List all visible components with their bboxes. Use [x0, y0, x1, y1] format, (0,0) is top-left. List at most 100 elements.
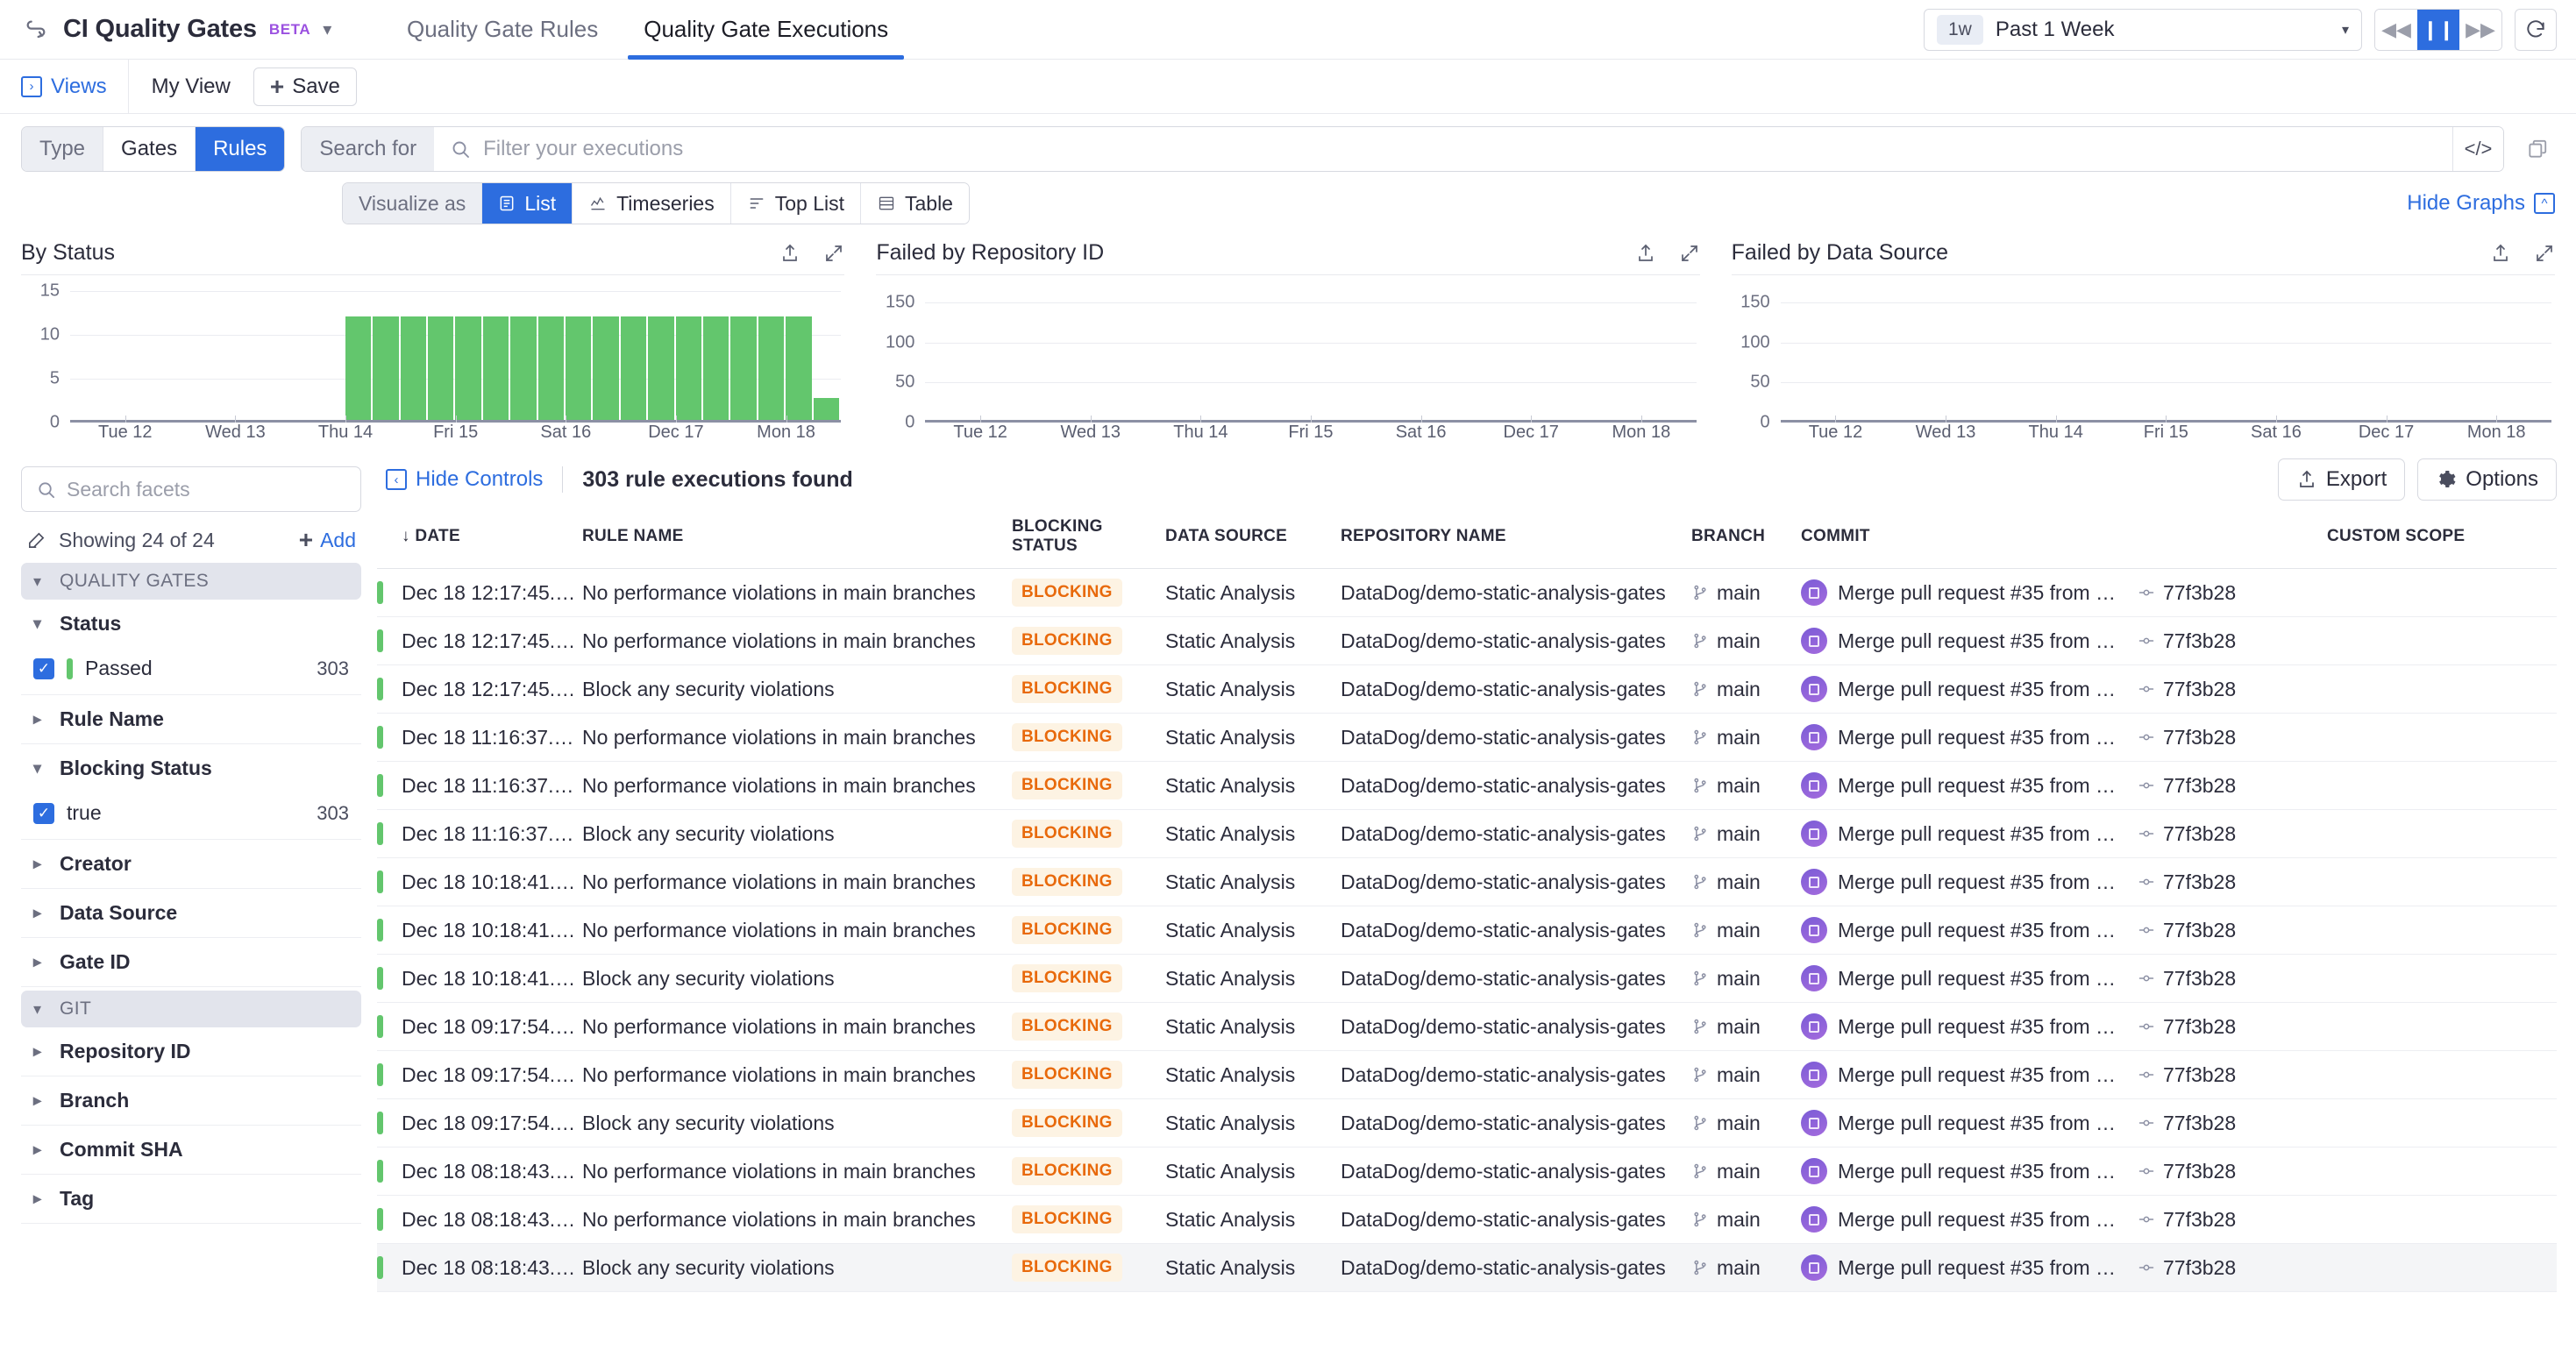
views-button[interactable]: › Views	[0, 60, 129, 113]
bar[interactable]	[537, 316, 565, 420]
pencil-icon[interactable]	[26, 530, 46, 551]
cell-branch: main	[1691, 1050, 1801, 1099]
cell-repository-name: DataDog/demo-static-analysis-gates	[1341, 857, 1691, 906]
facet-item-data-source[interactable]: ▸ Data Source	[21, 889, 361, 938]
table-row[interactable]: Dec 18 11:16:37.866 Block any security vi…	[377, 809, 2557, 858]
viz-option-top-list[interactable]: Top List	[730, 183, 861, 224]
table-row[interactable]: Dec 18 10:18:41.578 No performance violat…	[377, 857, 2557, 906]
table-row[interactable]: Dec 18 09:17:54.668 Block any security vi…	[377, 1098, 2557, 1148]
expand-icon[interactable]	[2534, 243, 2555, 264]
tab-quality-gate-rules[interactable]: Quality Gate Rules	[384, 0, 621, 60]
expand-icon[interactable]	[1679, 243, 1700, 264]
time-range-picker[interactable]: 1w Past 1 Week ▾	[1924, 8, 2362, 51]
facet-add-button[interactable]: + Add	[299, 528, 356, 552]
col-date[interactable]: ↓ DATE	[389, 507, 582, 569]
options-button[interactable]: Options	[2417, 458, 2557, 501]
hide-graphs-button[interactable]: Hide Graphs ^	[2407, 191, 2555, 216]
fast-forward-icon[interactable]: ▶▶	[2459, 9, 2501, 50]
bar[interactable]	[345, 316, 372, 420]
bar[interactable]	[620, 316, 647, 420]
bar[interactable]	[758, 316, 785, 420]
bar[interactable]	[702, 316, 729, 420]
table-row[interactable]: Dec 18 11:16:37.866 No performance violat…	[377, 761, 2557, 810]
facet-search-input[interactable]	[67, 477, 346, 501]
save-button[interactable]: + Save	[253, 67, 357, 106]
hide-controls-button[interactable]: ‹ Hide Controls	[386, 467, 543, 492]
facet-search[interactable]	[21, 466, 361, 512]
col-commit[interactable]: COMMIT	[1801, 507, 2327, 569]
facet-item-repository-id[interactable]: ▸ Repository ID	[21, 1027, 361, 1076]
table-icon	[877, 195, 896, 212]
bar[interactable]	[455, 316, 481, 420]
code-icon[interactable]: </>	[2452, 127, 2503, 171]
bar[interactable]	[648, 316, 674, 420]
bar[interactable]	[675, 316, 701, 420]
tab-quality-gate-executions[interactable]: Quality Gate Executions	[621, 0, 911, 60]
bar[interactable]	[730, 316, 757, 420]
facet-item-blocking-status[interactable]: ▾ Blocking Status	[21, 744, 361, 792]
facet-item-tag[interactable]: ▸ Tag	[21, 1175, 361, 1224]
facet-checkbox[interactable]: ✓	[33, 802, 54, 824]
segment-gates[interactable]: Gates	[103, 127, 196, 171]
bar[interactable]	[482, 316, 509, 420]
table-row[interactable]: Dec 18 08:18:43.077 No performance violat…	[377, 1195, 2557, 1244]
facet-item-commit-sha[interactable]: ▸ Commit SHA	[21, 1126, 361, 1175]
facet-value-true[interactable]: ✓ true 303	[21, 792, 361, 840]
viz-option-list[interactable]: List	[482, 183, 573, 224]
rewind-icon[interactable]: ◀◀	[2375, 9, 2417, 50]
bar[interactable]	[566, 316, 592, 420]
my-view-label[interactable]: My View	[129, 75, 253, 99]
table-row[interactable]: Dec 18 09:17:54.668 No performance violat…	[377, 1002, 2557, 1051]
table-row[interactable]: Dec 18 12:17:45.198 Block any security vi…	[377, 664, 2557, 714]
col-custom-scope[interactable]: CUSTOM SCOPE	[2327, 507, 2557, 569]
col-data-source[interactable]: DATA SOURCE	[1165, 507, 1341, 569]
table-row[interactable]: Dec 18 11:16:37.866 No performance violat…	[377, 713, 2557, 762]
table-row[interactable]: Dec 18 08:18:43.077 Block any security vi…	[377, 1243, 2557, 1292]
chart-failed-by-repository-id: Failed by Repository ID 0 50 100 150 Tue 12…	[876, 240, 1700, 452]
facets-panel: Showing 24 of 24 + Add ▾ QUALITY GATES ▾ St…	[0, 452, 377, 1224]
bar[interactable]	[400, 316, 427, 420]
viz-option-timeseries[interactable]: Timeseries	[573, 183, 731, 224]
pause-icon[interactable]: ❙❙	[2417, 9, 2459, 50]
segment-rules[interactable]: Rules	[196, 127, 285, 171]
facet-group-git[interactable]: ▾ GIT	[21, 991, 361, 1027]
bar[interactable]	[510, 316, 537, 420]
cell-repository-name: DataDog/demo-static-analysis-gates	[1341, 664, 1691, 714]
col-rule-name[interactable]: RULE NAME	[582, 507, 1012, 569]
col-repository-name[interactable]: REPOSITORY NAME	[1341, 507, 1691, 569]
cell-repository-name: DataDog/demo-static-analysis-gates	[1341, 1147, 1691, 1196]
facet-item-gate-id[interactable]: ▸ Gate ID	[21, 938, 361, 987]
table-row[interactable]: Dec 18 10:18:41.578 No performance violat…	[377, 906, 2557, 955]
facet-checkbox[interactable]: ✓	[33, 657, 54, 679]
table-row[interactable]: Dec 18 12:17:45.198 No performance violat…	[377, 568, 2557, 617]
facet-value-passed[interactable]: ✓ Passed 303	[21, 648, 361, 695]
chevron-down-icon[interactable]: ▾	[323, 18, 331, 40]
col-blocking-status[interactable]: BLOCKING STATUS	[1012, 507, 1165, 569]
bar[interactable]	[428, 316, 454, 420]
facet-item-rule-name[interactable]: ▸ Rule Name	[21, 695, 361, 744]
bar[interactable]	[813, 398, 839, 420]
viz-option-table[interactable]: Table	[860, 183, 969, 224]
facet-group-quality-gates[interactable]: ▾ QUALITY GATES	[21, 563, 361, 600]
export-icon[interactable]	[2490, 243, 2511, 264]
export-button[interactable]: Export	[2277, 458, 2406, 501]
search-input[interactable]	[483, 137, 2437, 161]
bar[interactable]	[786, 316, 812, 420]
col-branch[interactable]: BRANCH	[1691, 507, 1801, 569]
export-icon[interactable]	[779, 243, 801, 264]
cell-date: Dec 18 08:18:43.077	[389, 1147, 582, 1196]
table-row[interactable]: Dec 18 09:17:54.668 No performance violat…	[377, 1050, 2557, 1099]
expand-icon[interactable]	[823, 243, 844, 264]
bar[interactable]	[593, 316, 619, 420]
table-row[interactable]: Dec 18 10:18:41.578 Block any security vi…	[377, 954, 2557, 1003]
facet-item-branch[interactable]: ▸ Branch	[21, 1076, 361, 1126]
facet-item-status[interactable]: ▾ Status	[21, 600, 361, 648]
facet-item-creator[interactable]: ▸ Creator	[21, 840, 361, 889]
bar[interactable]	[373, 316, 399, 420]
search-field[interactable]	[434, 127, 2452, 171]
refresh-icon[interactable]	[2515, 8, 2557, 51]
table-row[interactable]: Dec 18 08:18:43.077 No performance violat…	[377, 1147, 2557, 1196]
copy-icon[interactable]	[2520, 138, 2555, 160]
table-row[interactable]: Dec 18 12:17:45.198 No performance violat…	[377, 616, 2557, 665]
export-icon[interactable]	[1635, 243, 1656, 264]
